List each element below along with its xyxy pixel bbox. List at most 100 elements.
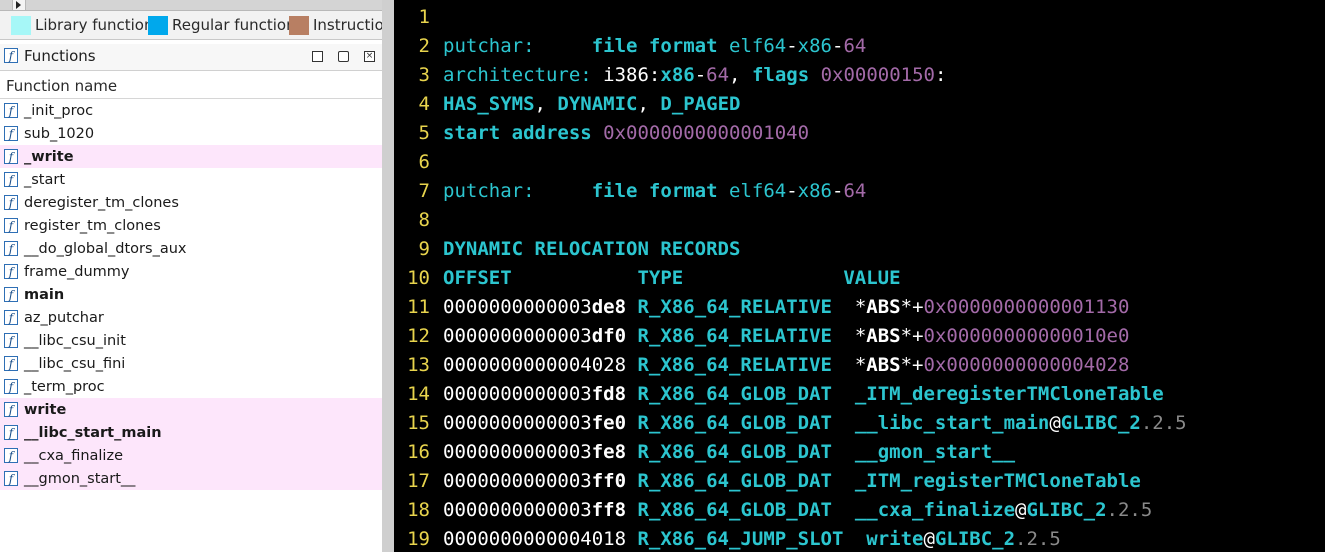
text-segment: , (637, 93, 661, 115)
function-name: _start (24, 171, 66, 188)
text-segment: 64 (843, 35, 867, 57)
text-segment: , (729, 64, 752, 86)
function-row[interactable]: f main (0, 283, 382, 306)
text-segment: __libc_start_main (854, 412, 1050, 434)
maximize-icon[interactable] (312, 51, 323, 62)
function-row[interactable]: f __libc_start_main (0, 421, 382, 444)
text-segment: 0000000000003 (443, 383, 592, 405)
line-number: 19 (407, 528, 430, 550)
text-segment: GLIBC_2 (934, 528, 1016, 550)
line-content: 0000000000003df0 R_X86_64_RELATIVE *ABS*… (443, 322, 1129, 351)
restore-icon[interactable] (338, 51, 349, 62)
expand-arrow-icon[interactable] (12, 0, 26, 10)
function-icon: f (4, 264, 18, 279)
function-icon: f (4, 48, 18, 63)
function-row[interactable]: f register_tm_clones (0, 214, 382, 237)
text-segment: putchar: (443, 180, 592, 202)
function-name: __libc_csu_fini (24, 355, 126, 372)
function-row[interactable]: f __cxa_finalize (0, 444, 382, 467)
text-segment: 64 (706, 64, 730, 86)
text-segment: , (534, 93, 558, 115)
close-icon[interactable]: × (364, 51, 375, 62)
text-segment: * (831, 296, 867, 318)
function-icon: f (4, 172, 18, 187)
functions-list: f _init_proc f sub_1020 f _write f _start f dereg… (0, 99, 382, 490)
function-row[interactable]: f az_putchar (0, 306, 382, 329)
line-number: 14 (407, 383, 430, 405)
text-segment: R_X86_64_GLOB_DAT (637, 383, 832, 405)
text-segment: 64 (843, 180, 867, 202)
function-row[interactable]: f __libc_csu_init (0, 329, 382, 352)
column-header[interactable]: Function name (0, 73, 382, 99)
legend-item-instruction: Instruction (289, 15, 382, 35)
line-content: 0000000000003fe0 R_X86_64_GLOB_DAT __lib… (443, 409, 1187, 438)
text-segment: architecture: (443, 64, 604, 86)
line-content: 0000000000004028 R_X86_64_RELATIVE *ABS*… (443, 351, 1129, 380)
function-row[interactable]: f frame_dummy (0, 260, 382, 283)
legend-label: Instruction (313, 16, 382, 34)
text-segment: _ITM_registerTMCloneTable (854, 470, 1141, 492)
function-row[interactable]: f __gmon_start__ (0, 467, 382, 490)
text-segment: i386 (603, 64, 649, 86)
line-content: OFFSET TYPE VALUE (443, 264, 901, 293)
text-segment: * (831, 354, 867, 376)
line-number: 5 (418, 122, 430, 144)
text-segment (626, 296, 637, 318)
function-row[interactable]: f deregister_tm_clones (0, 191, 382, 214)
text-segment (626, 441, 637, 463)
function-icon: f (4, 287, 18, 302)
text-segment: elf64 (729, 35, 787, 57)
function-name: deregister_tm_clones (24, 194, 179, 211)
text-segment (626, 528, 637, 550)
text-segment: __cxa_finalize (854, 499, 1016, 521)
text-segment: 0000000000003 (443, 441, 592, 463)
function-row[interactable]: f sub_1020 (0, 122, 382, 145)
text-segment: fe8 (591, 441, 627, 463)
text-segment: OFFSET TYPE VALUE (443, 267, 901, 289)
text-segment: ABS (866, 354, 901, 376)
line-number: 3 (418, 64, 430, 86)
terminal-output: 1 2 putchar: file format elf64-x86-64 3 arch… (394, 0, 1325, 552)
function-row[interactable]: f __do_global_dtors_aux (0, 237, 382, 260)
text-segment (626, 325, 637, 347)
function-icon: f (4, 379, 18, 394)
line-number: 9 (418, 238, 430, 260)
text-segment: HAS_SYMS (443, 93, 535, 115)
text-segment (626, 499, 637, 521)
line-content: DYNAMIC RELOCATION RECORDS (443, 235, 740, 264)
line-number: 12 (407, 325, 430, 347)
function-row[interactable]: f _write (0, 145, 382, 168)
text-segment: : (648, 64, 661, 86)
text-segment: - (786, 180, 798, 202)
function-name: __libc_start_main (24, 424, 162, 441)
collapsed-toolbar[interactable] (0, 0, 382, 11)
text-segment: 0000000000004018 (443, 528, 627, 550)
line-content: putchar: file format elf64-x86-64 (443, 32, 866, 61)
text-segment: *+ (900, 325, 924, 347)
text-segment: flags (751, 64, 821, 86)
text-segment: * (831, 325, 867, 347)
text-segment (626, 354, 637, 376)
function-icon: f (4, 126, 18, 141)
text-segment: : (934, 64, 947, 86)
function-row[interactable]: f __libc_csu_fini (0, 352, 382, 375)
text-segment (832, 470, 855, 492)
text-segment: 0x0000000000001040 (603, 122, 810, 144)
function-row[interactable]: f _term_proc (0, 375, 382, 398)
text-segment: ABS (866, 296, 901, 318)
text-segment: *+ (900, 296, 924, 318)
text-segment: - (694, 64, 707, 86)
text-segment: x86 (660, 64, 695, 86)
text-segment: @ (923, 528, 935, 550)
text-segment (832, 499, 855, 521)
text-segment: .2.5 (1140, 412, 1187, 434)
ida-left-pane: Library function Regular function Instru… (0, 0, 382, 552)
function-row[interactable]: f write (0, 398, 382, 421)
function-row[interactable]: f _init_proc (0, 99, 382, 122)
text-segment (832, 412, 855, 434)
text-segment: __gmon_start__ (854, 441, 1016, 463)
text-segment: R_X86_64_RELATIVE (637, 325, 832, 347)
text-segment: R_X86_64_JUMP_SLOT (637, 528, 844, 550)
pane-splitter[interactable] (382, 0, 394, 552)
function-row[interactable]: f _start (0, 168, 382, 191)
